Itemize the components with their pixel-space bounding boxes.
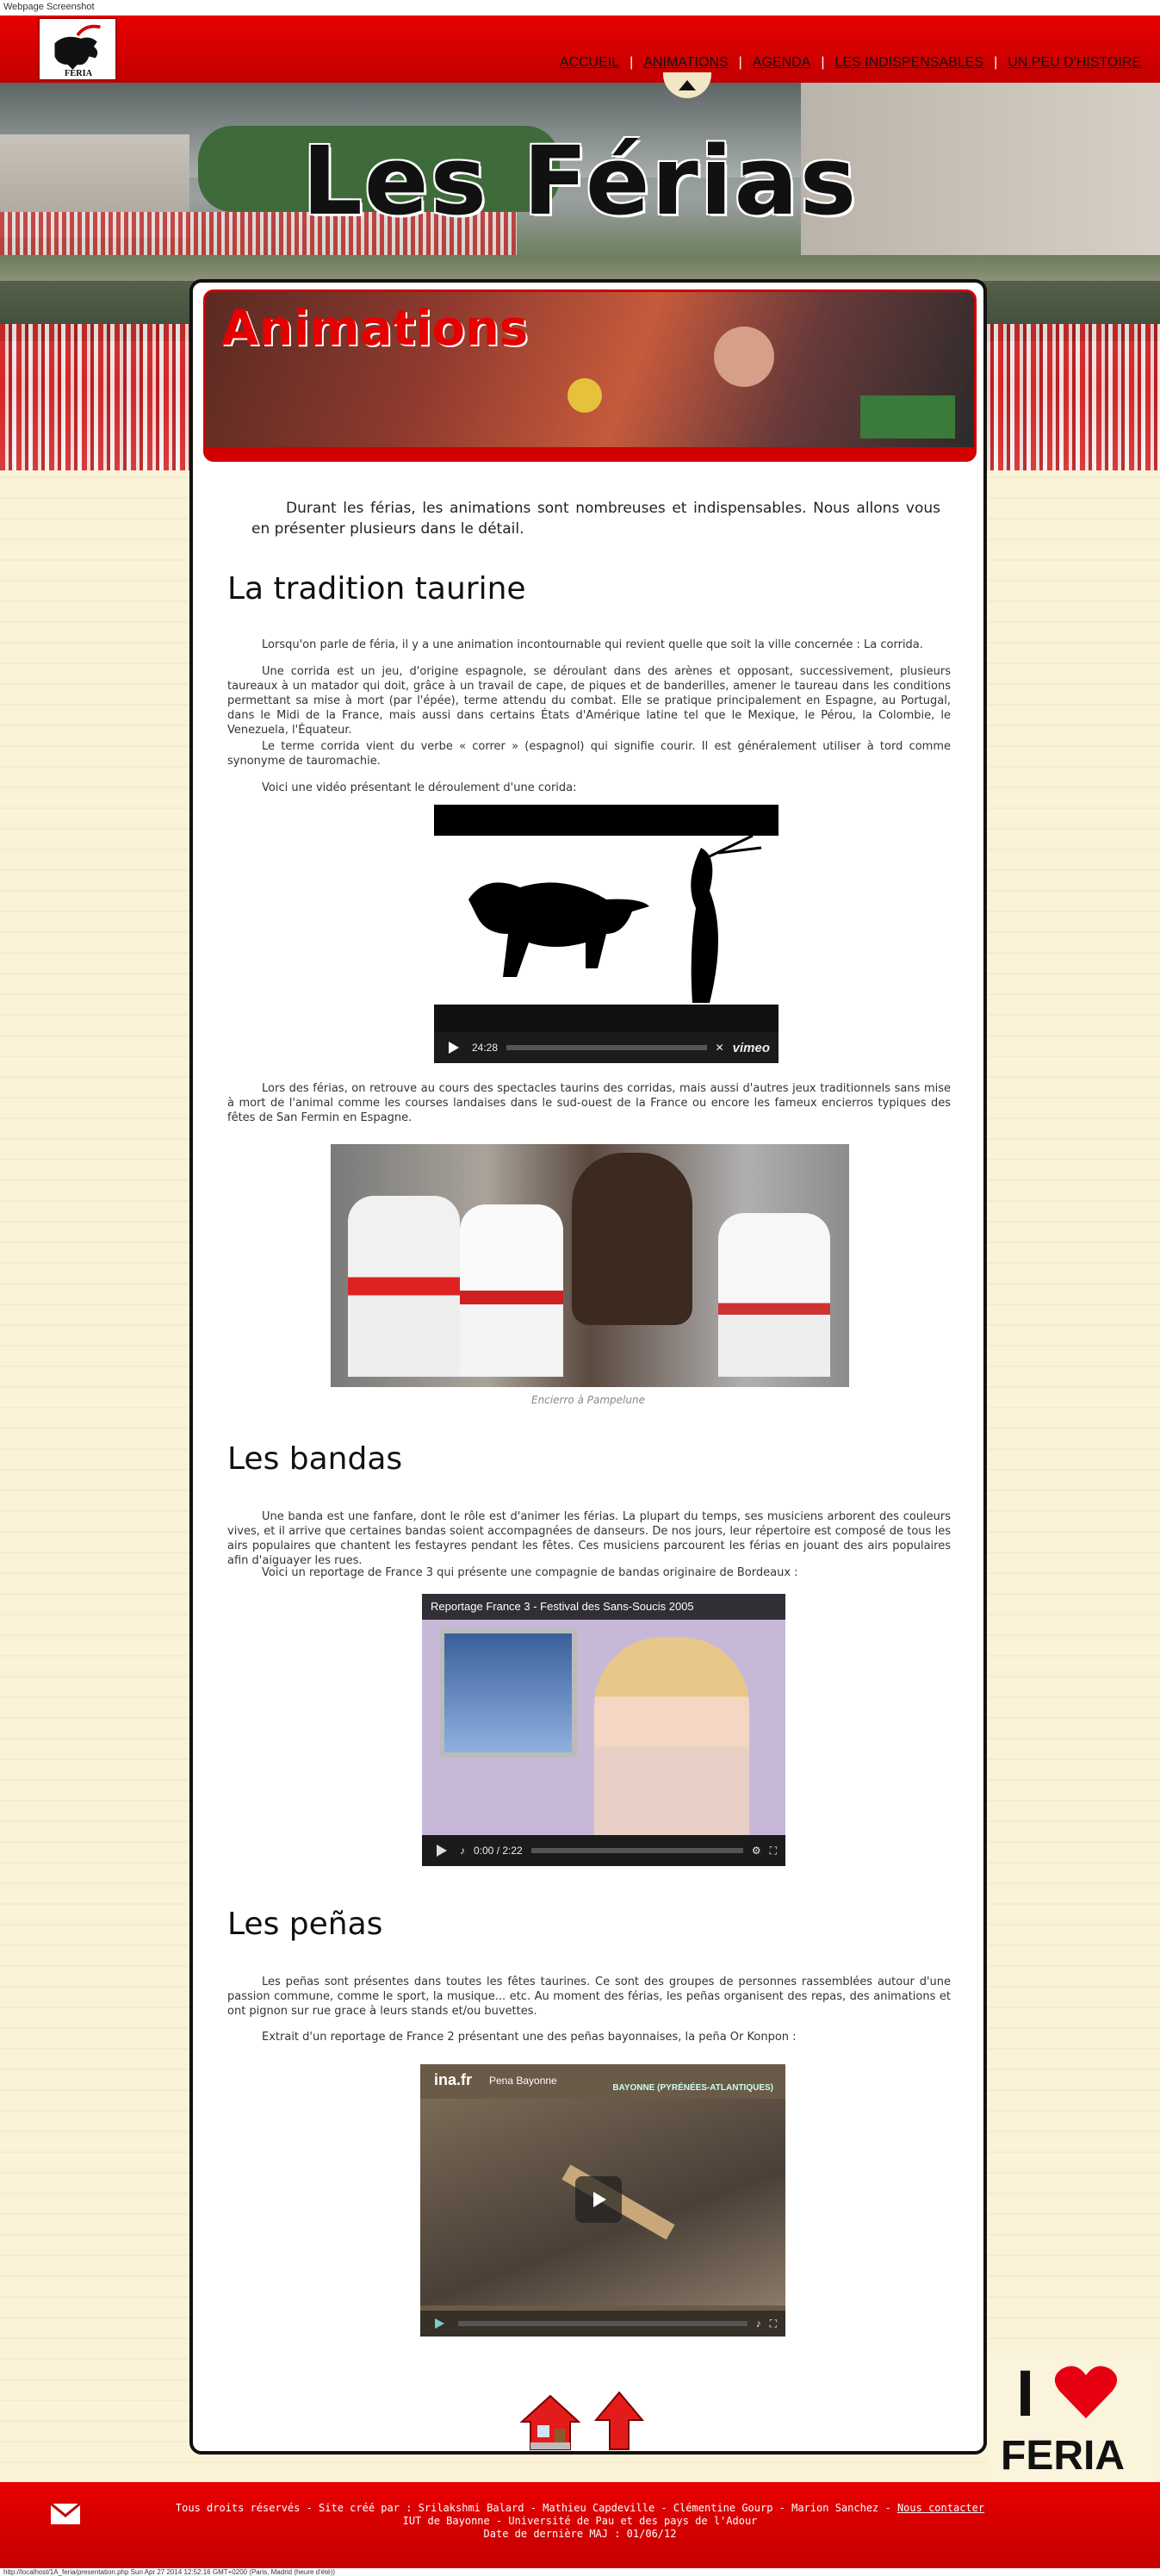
fullscreen-icon[interactable]: ⛶ [770,2318,777,2330]
contact-link[interactable]: Nous contacter [897,2502,984,2514]
paragraph: Extrait d'un reportage de France 2 prése… [262,2031,797,2044]
video-seek-bar[interactable] [506,1045,707,1050]
caret-up-icon [679,80,696,90]
paragraph: Voici un reportage de France 3 qui prése… [262,1566,798,1579]
paragraph: Une corrida est un jeu, d'origine espagn… [227,665,951,737]
main-content: Animations Durant les férias, les animat… [189,279,987,2455]
site-title: Les Férias [301,126,859,236]
play-icon [449,1042,459,1054]
encierro-photo [331,1144,849,1387]
play-button[interactable] [429,2313,450,2334]
paragraph: Lors des férias, on retrouve au cours de… [227,1082,951,1124]
vimeo-video-player[interactable]: 24:28 ✕ vimeo [434,805,779,1063]
page-title: Animations [221,301,529,357]
paragraph: Une banda est une fanfare, dont le rôle … [227,1510,951,1567]
intro-text: Durant les férias, les animations sont n… [251,500,940,538]
video-controls: ♪ 0:00 / 2:22 ⚙ ⛶ [422,1835,785,1866]
nav-histoire[interactable]: UN PEU D'HISTOIRE [997,55,1151,71]
video-title: Pena Bayonne [489,2075,557,2087]
video-title: Reportage France 3 - Festival des Sans-S… [422,1594,785,1620]
footer-text: Tous droits réservés - Site créé par : S… [0,2502,1160,2541]
volume-icon[interactable]: ♪ [460,1845,465,1857]
badge-word: FERIA [1001,2433,1125,2479]
paragraph: Les peñas sont présentes dans toutes les… [227,1976,951,2018]
youtube-video-player[interactable]: Reportage France 3 - Festival des Sans-S… [422,1594,785,1866]
nav-accueil[interactable]: ACCUEIL [549,55,630,71]
footer-update-date: Date de dernière MAJ : 01/06/12 [483,2528,677,2540]
footer-nav [520,2391,644,2451]
video-seek-bar[interactable] [530,1848,743,1853]
site-logo[interactable]: FÉRIA [38,17,117,81]
logo-text: FÉRIA [65,68,93,78]
volume-icon[interactable]: ♪ [756,2318,761,2330]
video-time: 24:28 [472,1042,499,1054]
footer-credits: Tous droits réservés - Site créé par : S… [175,2502,897,2514]
section-title-bandas: Les bandas [227,1441,403,1477]
play-button[interactable] [575,2176,622,2223]
paragraph: Voici une vidéo présentant le déroulemen… [262,781,577,794]
badge-letter: I [1016,2357,1035,2430]
photo-caption: Encierro à Pampelune [531,1394,645,1406]
corrida-silhouette-icon [434,834,779,1032]
video-controls: 24:28 ✕ vimeo [434,1032,779,1063]
ina-logo: ina.fr [434,2071,473,2088]
section-title-taurine: La tradition taurine [227,571,526,607]
paragraph: Le terme corrida vient du verbe « correr… [227,740,951,768]
nav-animations[interactable]: ANIMATIONS [633,55,738,71]
arrow-up-icon[interactable] [594,2391,644,2451]
heart-icon [1054,2366,1118,2418]
fullscreen-icon[interactable]: ✕ [716,1042,724,1054]
play-button[interactable] [431,1840,451,1861]
video-seek-bar[interactable] [458,2321,747,2326]
bull-logo-icon: FÉRIA [54,24,101,78]
screenshot-url-caption: http://localhost/1A_feria/presentation.p… [0,2568,1160,2576]
footer-institution: IUT de Bayonne - Université de Pau et de… [402,2515,758,2527]
main-nav: ACCUEIL | ANIMATIONS | AGENDA | LES INDI… [549,55,1151,71]
section-title-penas: Les peñas [227,1907,383,1942]
play-icon [593,2192,606,2207]
fullscreen-icon[interactable]: ⛶ [770,1845,777,1857]
play-icon [435,2318,444,2329]
vimeo-logo[interactable]: vimeo [733,1041,770,1055]
screenshot-caption: Webpage Screenshot [0,0,1160,16]
nav-agenda[interactable]: AGENDA [742,55,822,71]
page-banner: Animations [203,289,977,462]
video-controls: ♪ ⛶ [420,2311,785,2336]
settings-icon[interactable]: ⚙ [752,1845,761,1857]
paragraph: Lorsqu'on parle de féria, il y a une ani… [262,638,923,651]
video-time: 0:00 / 2:22 [474,1845,523,1857]
i-love-feria-badge: I FERIA [987,2353,1159,2482]
nav-indispensables[interactable]: LES INDISPENSABLES [825,55,995,71]
top-bar [0,16,1160,83]
ina-video-player[interactable]: ina.fr Pena Bayonne BAYONNE (PYRÉNÉES-AT… [420,2064,785,2336]
home-icon[interactable] [520,2394,580,2451]
video-overlay-text: BAYONNE (PYRÉNÉES-ATLANTIQUES) [612,2083,773,2093]
play-icon [437,1845,447,1857]
play-button[interactable] [443,1037,463,1058]
